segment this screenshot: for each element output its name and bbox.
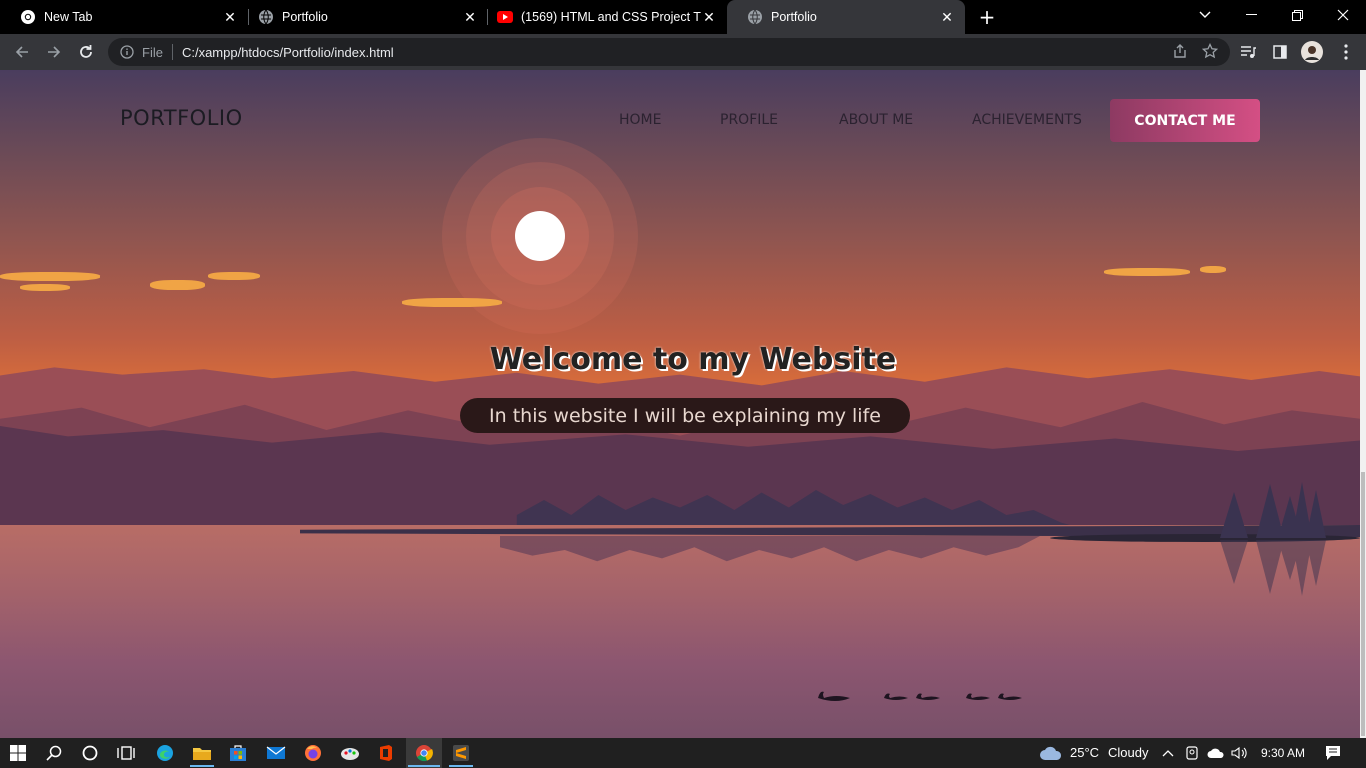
onedrive-icon[interactable]: [1204, 741, 1228, 765]
tab-title: Portfolio: [771, 10, 817, 24]
cloud-illustration: [1200, 266, 1226, 273]
app-root: New Tab ✕ Portfolio ✕ (1569) HTML and CS…: [0, 0, 1366, 768]
cloud-illustration: [208, 272, 260, 280]
meet-now-icon[interactable]: [1180, 741, 1204, 765]
reload-button[interactable]: [72, 38, 100, 66]
running-indicator: [449, 765, 473, 767]
tab-new-tab[interactable]: New Tab ✕: [0, 0, 248, 34]
close-tab-icon[interactable]: ✕: [222, 9, 238, 25]
clock-time[interactable]: 9:30 AM: [1261, 746, 1305, 760]
close-window-button[interactable]: [1320, 0, 1366, 30]
portfolio-page: PORTFOLIO HOME PROFILE ABOUT ME ACHIEVEM…: [0, 70, 1360, 738]
firefox-icon[interactable]: [301, 741, 325, 765]
browser-tab-bar: New Tab ✕ Portfolio ✕ (1569) HTML and CS…: [0, 0, 1366, 34]
cloud-illustration: [402, 298, 502, 307]
back-button[interactable]: [8, 38, 36, 66]
youtube-icon: [497, 9, 513, 25]
swans-illustration: [818, 691, 1022, 701]
globe-icon: [258, 9, 274, 25]
hero-title: Welcome to my Website: [489, 342, 897, 377]
site-info-icon[interactable]: [118, 43, 136, 61]
forward-button[interactable]: [40, 38, 68, 66]
nav-profile[interactable]: PROFILE: [720, 112, 778, 128]
weather-description[interactable]: Cloudy: [1108, 745, 1148, 760]
weather-temperature[interactable]: 25°C: [1070, 745, 1099, 760]
pine-trees-illustration: [1220, 482, 1326, 538]
cloudy-weather-icon[interactable]: [1038, 741, 1064, 765]
volume-icon[interactable]: [1228, 741, 1252, 765]
tab-youtube[interactable]: (1569) HTML and CSS Project Tut ✕: [477, 0, 727, 34]
search-icon[interactable]: [42, 741, 66, 765]
windows-start-icon[interactable]: [6, 741, 30, 765]
chrome-menu-icon[interactable]: [1334, 40, 1358, 64]
media-queue-icon[interactable]: [1236, 40, 1260, 64]
new-tab-button[interactable]: +: [976, 5, 998, 29]
hero-subtitle: In this website I will be explaining my …: [460, 398, 910, 433]
url-text[interactable]: C:/xampp/htdocs/Portfolio/index.html: [182, 45, 394, 60]
lake-water: [0, 525, 1360, 738]
globe-icon: [747, 9, 763, 25]
mail-icon[interactable]: [264, 741, 288, 765]
cloud-illustration: [1104, 268, 1190, 276]
chrome-icon: [20, 9, 36, 25]
tab-title: Portfolio: [282, 10, 328, 24]
site-logo[interactable]: PORTFOLIO: [120, 106, 243, 130]
running-indicator: [408, 765, 440, 767]
microsoft-store-icon[interactable]: [226, 741, 250, 765]
cloud-illustration: [20, 284, 70, 291]
office-icon[interactable]: [374, 741, 398, 765]
file-explorer-icon[interactable]: [190, 741, 214, 765]
tab-search-chevron-icon[interactable]: [1182, 0, 1228, 30]
sublime-text-icon[interactable]: [449, 741, 473, 765]
running-indicator: [190, 765, 214, 767]
notification-center-icon[interactable]: [1321, 741, 1345, 765]
close-tab-icon[interactable]: ✕: [701, 9, 717, 25]
pine-trees-reflection: [1220, 540, 1326, 596]
page-scrollbar-thumb[interactable]: [1361, 472, 1365, 736]
address-divider: [171, 44, 173, 60]
browser-toolbar: File C:/xampp/htdocs/Portfolio/index.htm…: [0, 34, 1366, 70]
nav-about-me[interactable]: ABOUT ME: [839, 112, 913, 128]
close-tab-icon[interactable]: ✕: [462, 9, 478, 25]
chevron-up-icon[interactable]: [1156, 741, 1180, 765]
cloud-illustration: [0, 272, 100, 281]
chrome-taskbar-icon[interactable]: [412, 741, 436, 765]
task-view-icon[interactable]: [114, 741, 138, 765]
paint-app-icon[interactable]: [338, 741, 362, 765]
close-tab-icon[interactable]: ✕: [939, 9, 955, 25]
tab-title: (1569) HTML and CSS Project Tut: [521, 10, 701, 24]
restore-button[interactable]: [1274, 0, 1320, 30]
tab-title: New Tab: [44, 10, 93, 24]
address-bar[interactable]: File C:/xampp/htdocs/Portfolio/index.htm…: [108, 38, 1230, 66]
share-icon[interactable]: [1172, 43, 1188, 62]
cortana-icon[interactable]: [78, 741, 102, 765]
edge-icon[interactable]: [153, 741, 177, 765]
tab-portfolio-1[interactable]: Portfolio ✕: [238, 0, 488, 34]
nav-home[interactable]: HOME: [619, 112, 661, 128]
scheme-label: File: [142, 44, 163, 60]
sun-illustration: [515, 211, 565, 261]
cloud-illustration: [150, 280, 205, 290]
tab-portfolio-active[interactable]: Portfolio ✕: [727, 0, 965, 34]
contact-me-button[interactable]: CONTACT ME: [1110, 99, 1260, 142]
minimize-button[interactable]: [1228, 0, 1274, 30]
bookmark-star-icon[interactable]: [1201, 42, 1219, 62]
side-panel-icon[interactable]: [1268, 40, 1292, 64]
nav-achievements[interactable]: ACHIEVEMENTS: [972, 112, 1082, 128]
profile-avatar[interactable]: [1300, 40, 1324, 64]
